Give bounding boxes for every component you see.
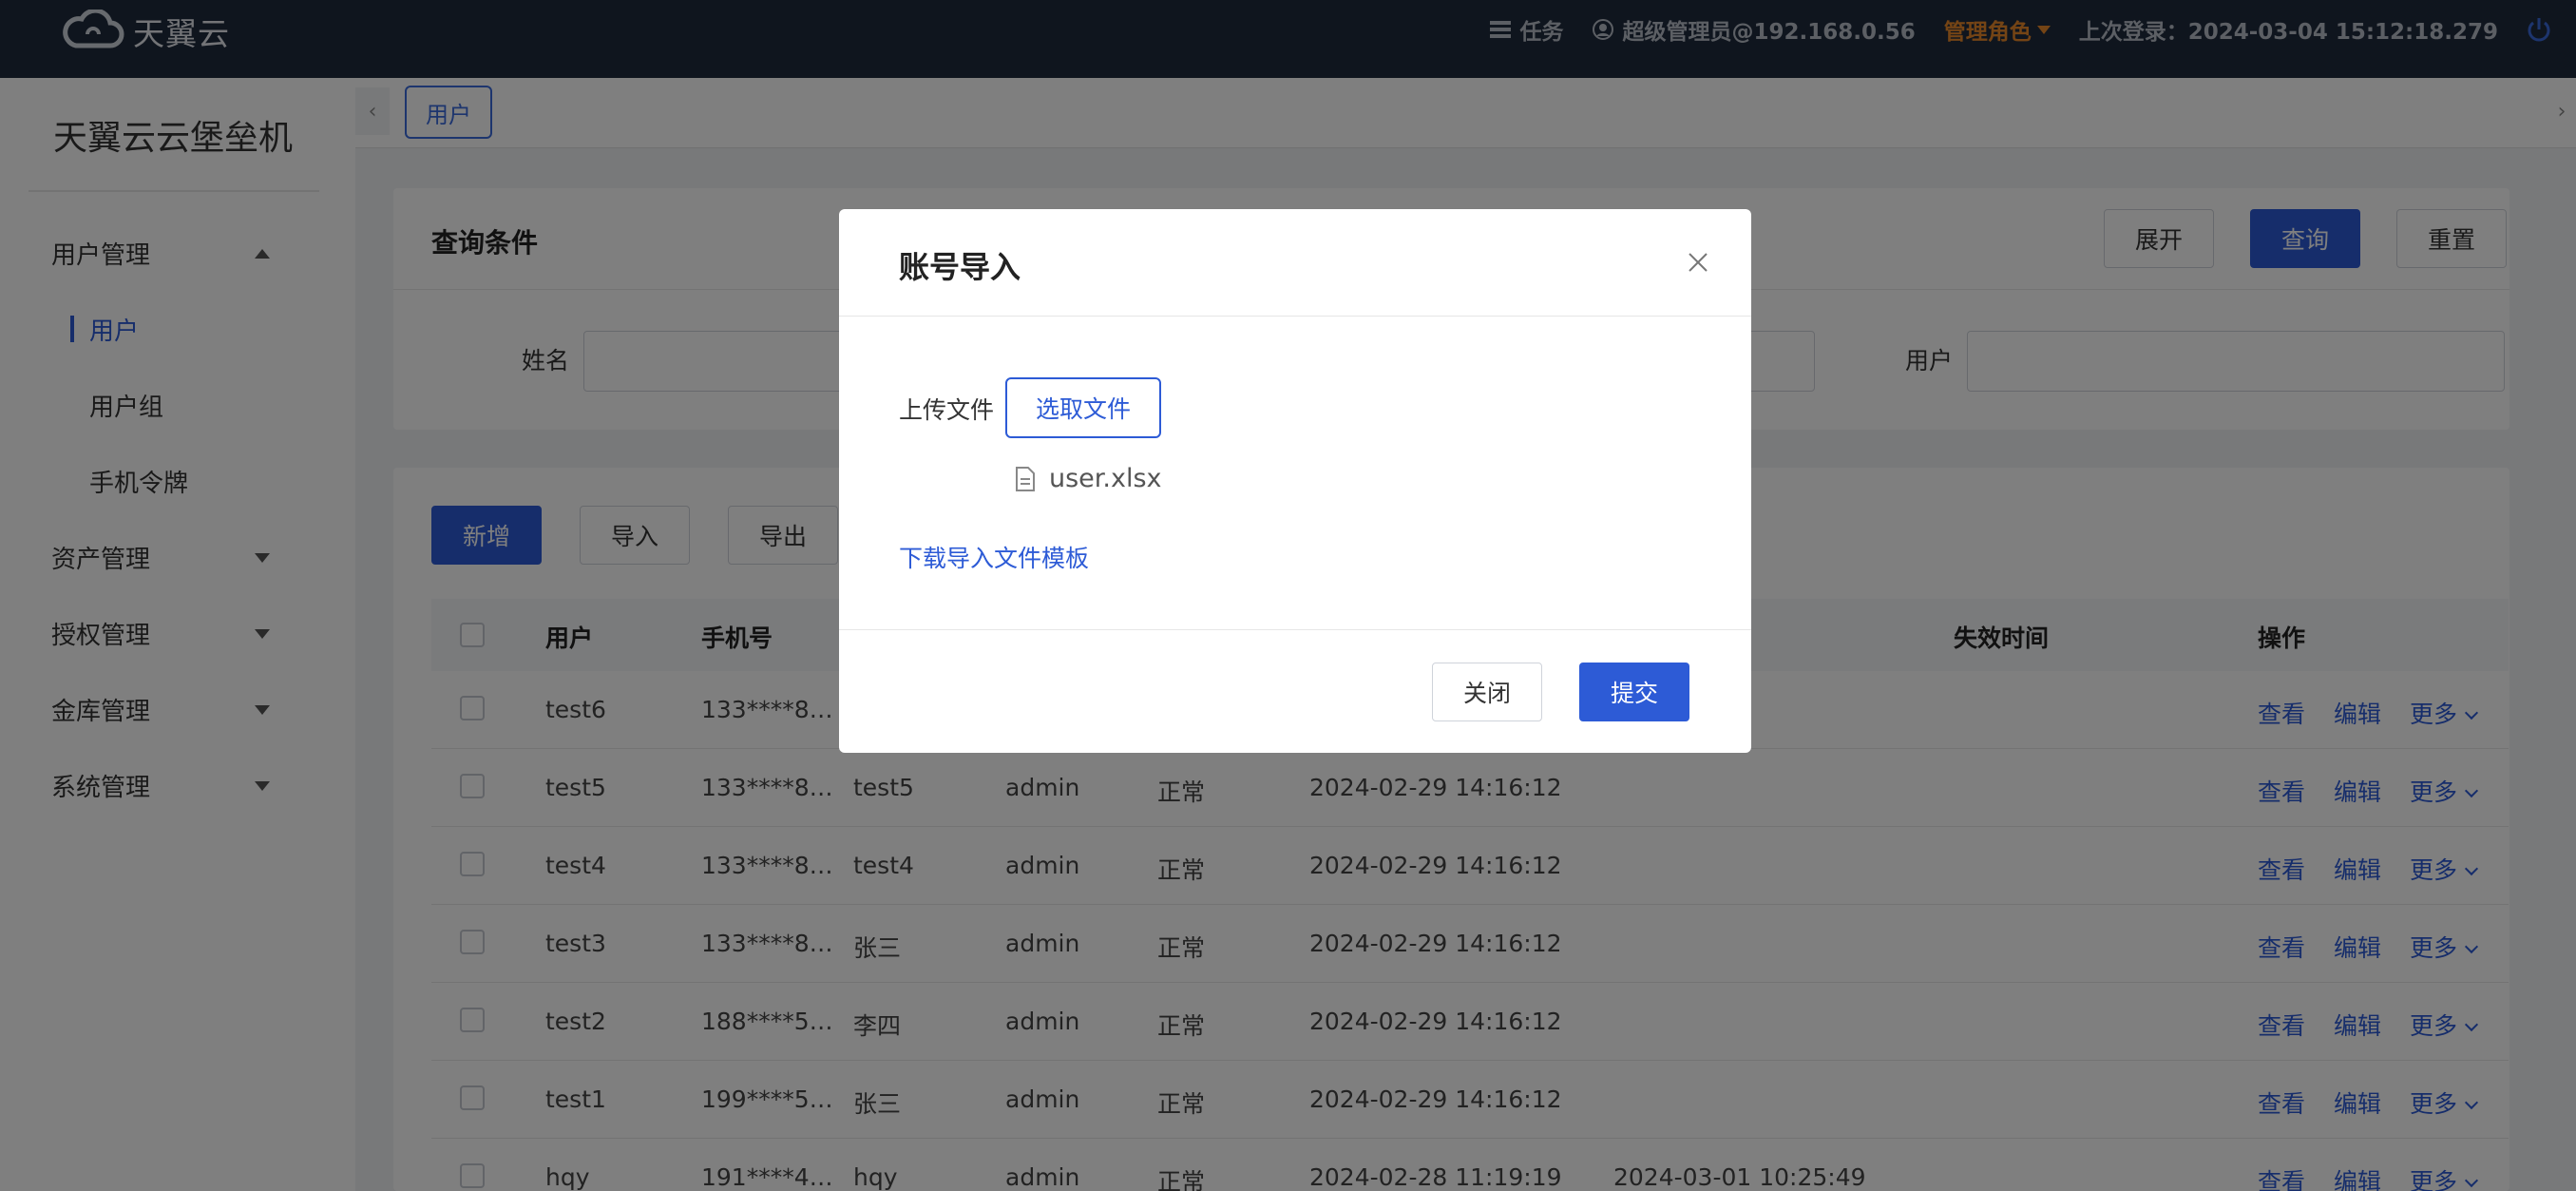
dialog-footer-divider [839,629,1751,630]
close-icon[interactable] [1685,249,1711,276]
choose-file-button[interactable]: 选取文件 [1005,377,1161,438]
dialog-header-divider [839,316,1751,317]
file-name: user.xlsx [1049,464,1162,493]
uploaded-file[interactable]: user.xlsx [1015,464,1162,493]
import-dialog: 账号导入 上传文件 选取文件 user.xlsx 下载导入文件模板 关闭 提交 [839,209,1751,753]
upload-label: 上传文件 [899,396,995,424]
download-template-link[interactable]: 下载导入文件模板 [899,540,1089,574]
close-button[interactable]: 关闭 [1432,663,1542,721]
dialog-title: 账号导入 [899,249,1021,285]
document-icon [1016,466,1035,491]
submit-button[interactable]: 提交 [1579,663,1689,721]
